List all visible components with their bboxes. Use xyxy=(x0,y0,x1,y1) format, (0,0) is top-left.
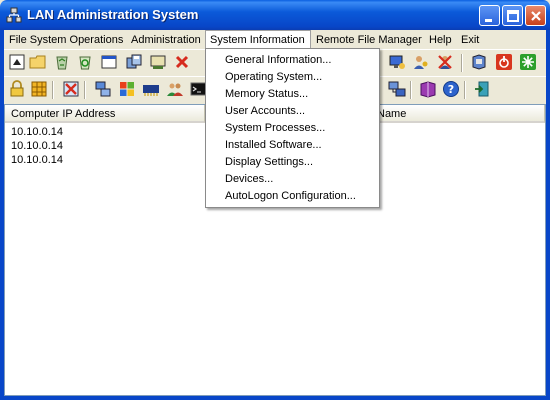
exit-door-icon[interactable] xyxy=(473,80,491,98)
disk-drive-icon[interactable] xyxy=(470,53,488,71)
grid-icon[interactable] xyxy=(30,80,48,98)
users-group-icon[interactable] xyxy=(166,80,184,98)
minimize-icon xyxy=(485,19,492,22)
toolbar-separator xyxy=(84,81,86,99)
column-header-computer-ip[interactable]: Computer IP Address xyxy=(5,105,205,123)
menu-file-system-operations[interactable]: File System Operations xyxy=(5,32,127,48)
menu-item-devices[interactable]: Devices... xyxy=(225,171,273,188)
lock-icon[interactable] xyxy=(8,80,26,98)
menu-item-general-information[interactable]: General Information... xyxy=(225,52,331,69)
users-key-icon[interactable] xyxy=(412,53,430,71)
network-card-icon[interactable] xyxy=(149,53,167,71)
toolbar-separator xyxy=(464,81,466,99)
menu-item-autologon-configuration[interactable]: AutoLogon Configuration... xyxy=(225,188,356,205)
close-icon xyxy=(531,11,541,21)
menu-administration[interactable]: Administration xyxy=(127,32,205,48)
toolbar-separator xyxy=(461,54,463,72)
list-item[interactable]: 10.10.0.14 xyxy=(11,125,63,139)
menu-item-user-accounts[interactable]: User Accounts... xyxy=(225,103,305,120)
memory-chip-icon[interactable] xyxy=(142,80,160,98)
copy-disk-icon[interactable] xyxy=(125,53,143,71)
minimize-button[interactable] xyxy=(479,5,500,26)
menu-item-operating-system[interactable]: Operating System... xyxy=(225,69,322,86)
menu-item-installed-software[interactable]: Installed Software... xyxy=(225,137,322,154)
window-frame-right xyxy=(546,30,550,400)
list-item[interactable]: 10.10.0.14 xyxy=(11,139,63,153)
windows-logo-icon[interactable] xyxy=(118,80,136,98)
monitor-user-icon[interactable] xyxy=(388,53,406,71)
toolbar-separator xyxy=(410,81,412,99)
window-frame-bottom xyxy=(0,396,550,400)
close-program-icon[interactable] xyxy=(62,80,80,98)
network-connection-icon[interactable] xyxy=(388,80,406,98)
maximize-button[interactable] xyxy=(502,5,523,26)
help-icon[interactable]: ? xyxy=(442,80,460,98)
menu-exit[interactable]: Exit xyxy=(457,32,483,48)
delete-x-icon[interactable] xyxy=(173,53,191,71)
title-bar[interactable]: LAN Administration System xyxy=(0,0,550,30)
recycle-green-icon[interactable] xyxy=(76,53,94,71)
list-item[interactable]: 10.10.0.14 xyxy=(11,153,63,167)
refresh-icon[interactable] xyxy=(519,53,537,71)
network-icon[interactable] xyxy=(94,80,112,98)
menu-remote-file-manager[interactable]: Remote File Manager xyxy=(312,32,426,48)
toolbar-separator xyxy=(52,81,54,99)
menu-bar: File System Operations Administration Sy… xyxy=(4,30,546,49)
app-network-icon xyxy=(6,7,22,23)
svg-text:?: ? xyxy=(448,83,454,96)
window-title: LAN Administration System xyxy=(27,7,199,22)
book-icon[interactable] xyxy=(419,80,437,98)
folder-icon[interactable] xyxy=(29,53,47,71)
window-icon[interactable] xyxy=(100,53,118,71)
open-screen-icon[interactable] xyxy=(8,53,26,71)
menu-item-memory-status[interactable]: Memory Status... xyxy=(225,86,308,103)
menu-system-information[interactable]: System Information xyxy=(205,30,311,49)
maximize-icon xyxy=(507,10,519,22)
menu-item-system-processes[interactable]: System Processes... xyxy=(225,120,325,137)
close-button[interactable] xyxy=(525,5,546,26)
shutdown-icon[interactable] xyxy=(495,53,513,71)
disable-user-icon[interactable] xyxy=(436,53,454,71)
recycle-icon[interactable] xyxy=(53,53,71,71)
menu-help[interactable]: Help xyxy=(425,32,456,48)
system-information-menu: General Information... Operating System.… xyxy=(205,48,380,208)
menu-item-display-settings[interactable]: Display Settings... xyxy=(225,154,313,171)
